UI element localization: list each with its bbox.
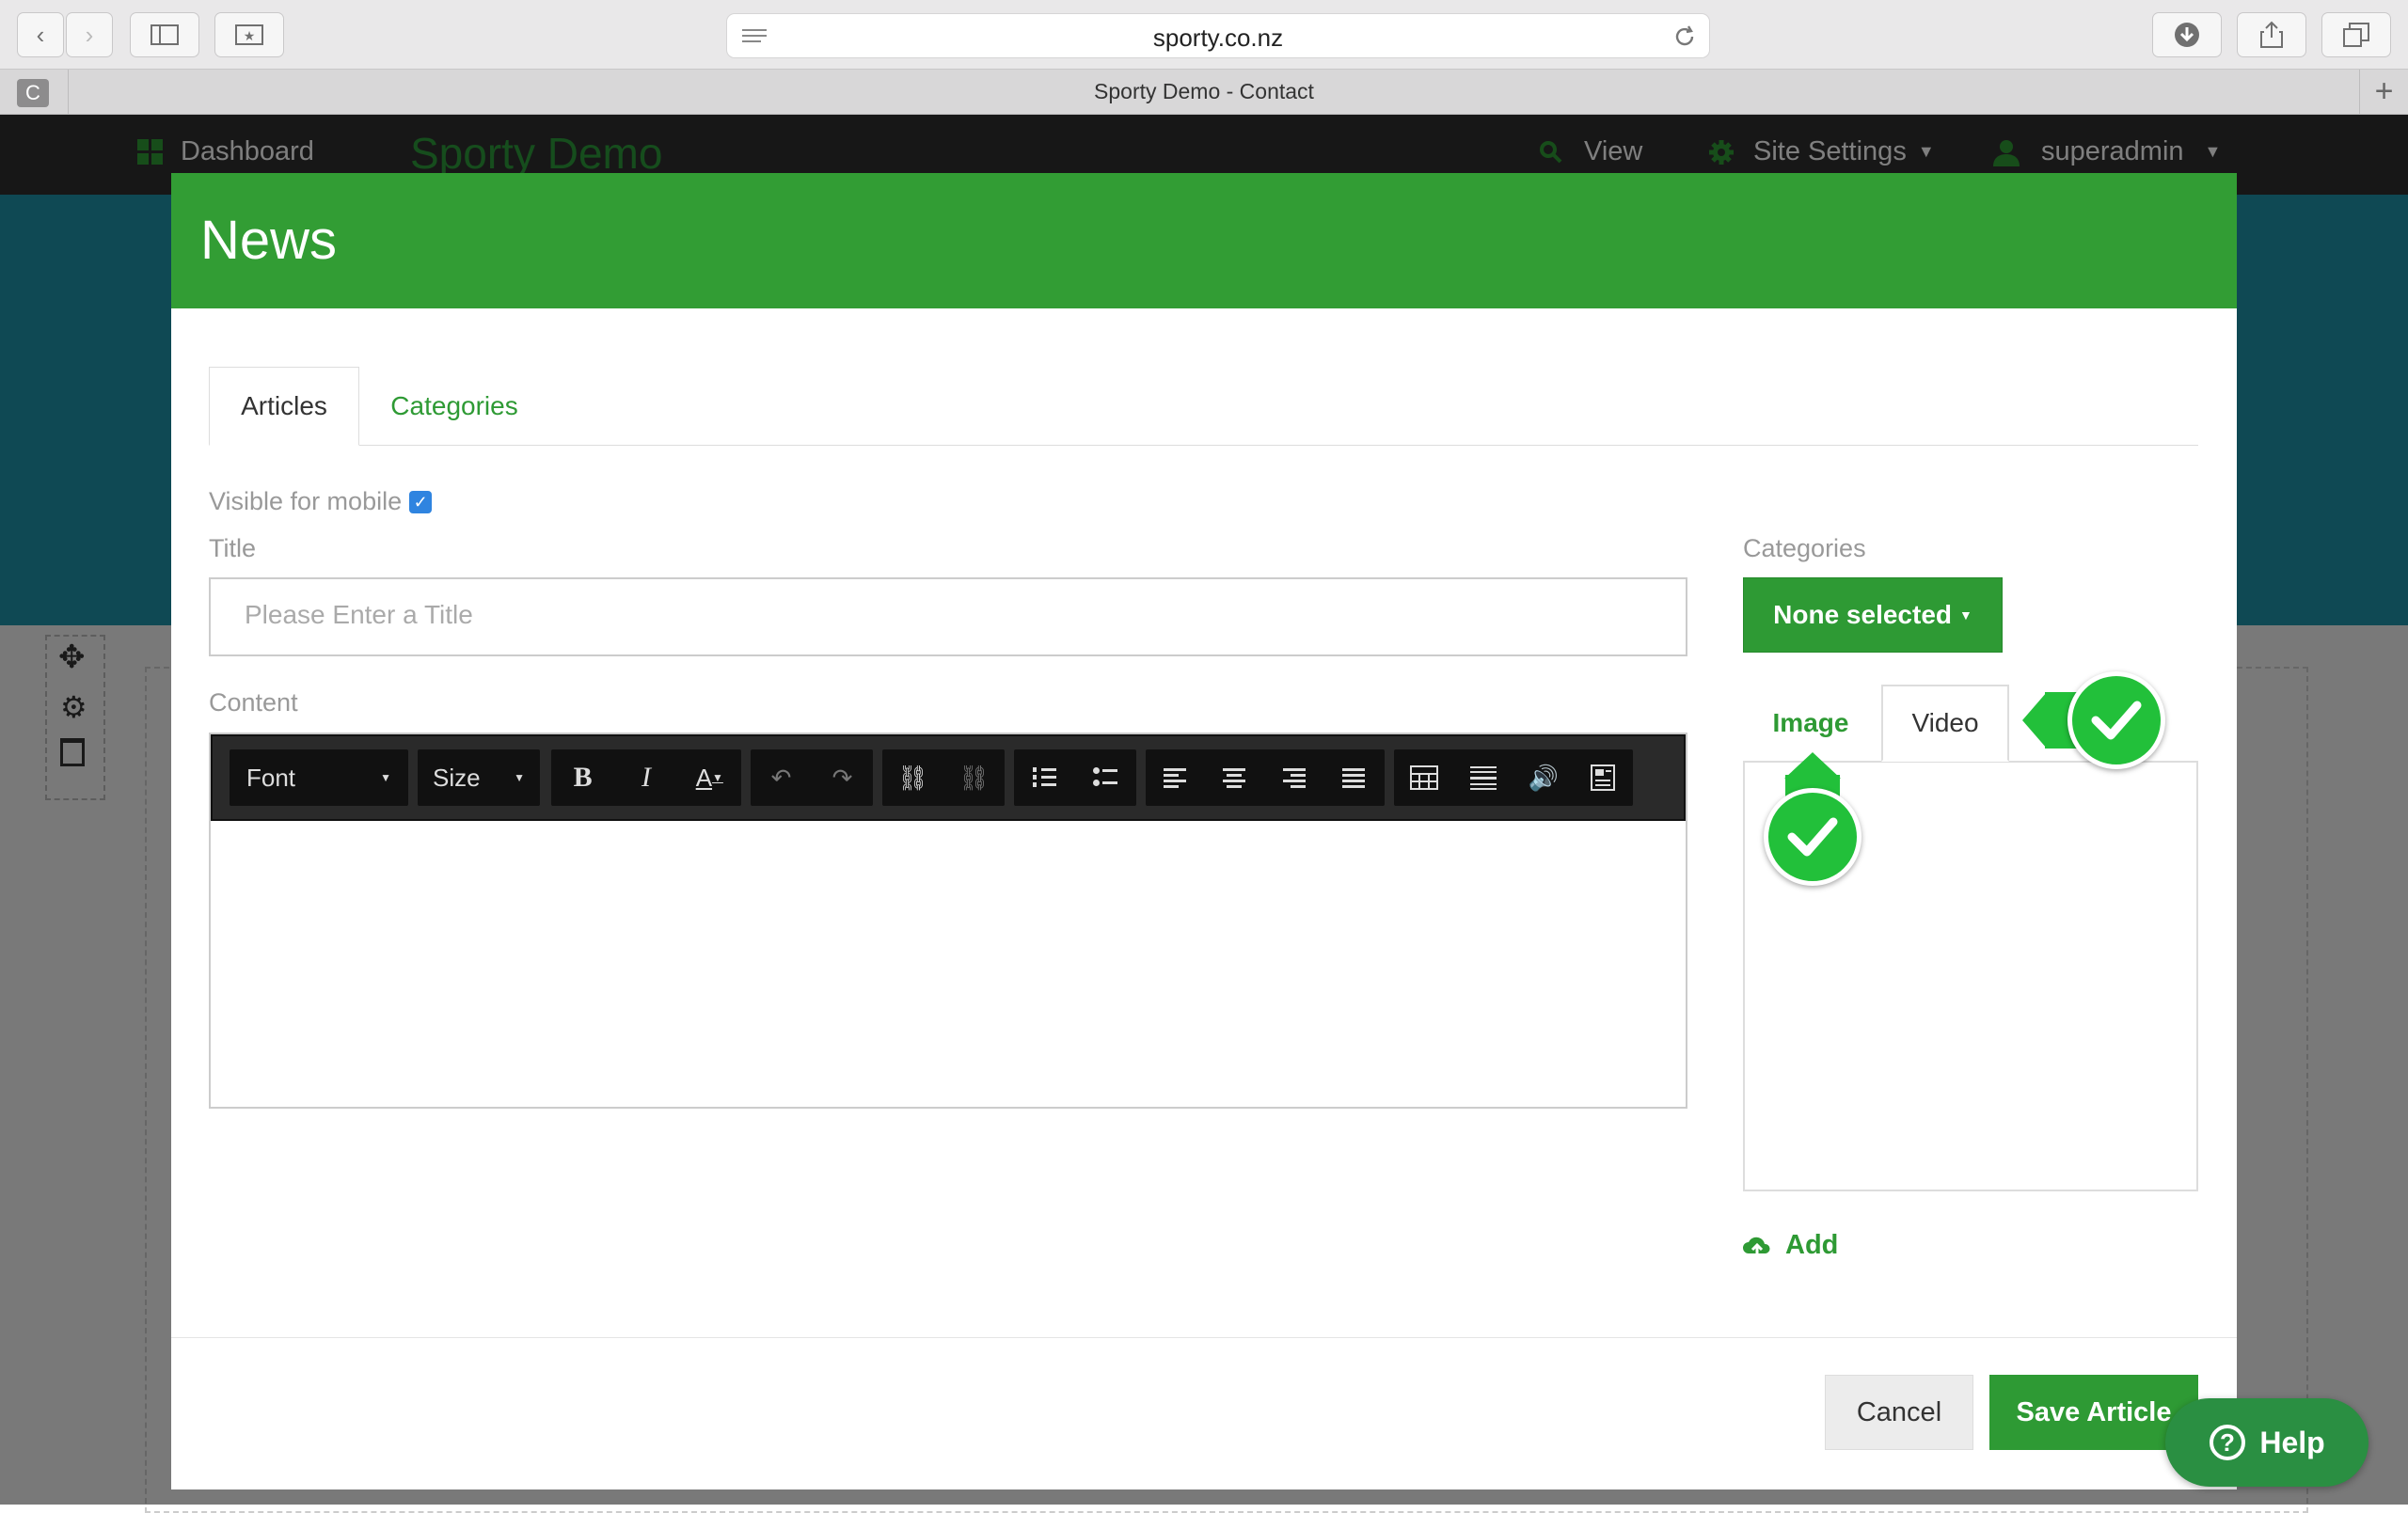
visible-mobile-row: Visible for mobile ✓ <box>209 487 433 516</box>
tabs-overview-button[interactable] <box>2321 12 2391 57</box>
reload-icon[interactable] <box>1671 24 1698 50</box>
tabs-icon <box>2343 23 2369 47</box>
cloud-upload-icon <box>1743 1237 1770 1257</box>
modal-header: News <box>171 173 2237 308</box>
text-color-icon[interactable]: A ▼ <box>685 753 734 802</box>
size-label: Size <box>433 763 481 792</box>
star-icon: ★ <box>235 24 263 45</box>
link-group: ⛓ ⛓ <box>882 749 1005 806</box>
svg-text:★: ★ <box>244 28 256 43</box>
check-marker-icon <box>1764 788 1861 886</box>
marker-pointer <box>2022 692 2047 749</box>
help-label: Help <box>2259 1425 2325 1459</box>
align-left-icon[interactable] <box>1151 753 1200 802</box>
sidebar-button[interactable] <box>130 12 199 57</box>
cancel-button[interactable]: Cancel <box>1825 1375 1973 1450</box>
address-bar[interactable]: sporty.co.nz <box>726 13 1710 58</box>
new-tab-button[interactable]: + <box>2359 70 2408 115</box>
browser-toolbar: ‹ › ★ sporty.co.nz <box>0 0 2408 70</box>
tab-divider <box>209 445 2198 446</box>
italic-icon[interactable]: I <box>622 753 671 802</box>
title-label: Title <box>209 534 257 562</box>
help-button[interactable]: ? Help <box>2165 1398 2368 1487</box>
add-label: Add <box>1785 1230 1839 1260</box>
content-editor[interactable]: Font ▼ Size ▼ B I A ▼ ↶ ↷ ⛓ ⛓ 🔊 <box>209 733 1687 1109</box>
share-button[interactable] <box>2237 12 2306 57</box>
downloads-button[interactable] <box>2152 12 2222 57</box>
check-marker-icon <box>2067 671 2165 769</box>
list-group <box>1014 749 1136 806</box>
help-icon: ? <box>2210 1425 2246 1460</box>
tab-favicon: C <box>17 79 49 107</box>
title-input[interactable]: Please Enter a Title <box>209 577 1687 656</box>
chevron-left-icon: ‹ <box>36 20 45 49</box>
modal-title: News <box>200 210 338 271</box>
media-tab-video[interactable]: Video <box>1881 685 2009 762</box>
back-button[interactable]: ‹ <box>17 12 64 57</box>
categories-select[interactable]: None selected ▼ <box>1743 577 2003 653</box>
align-center-icon[interactable] <box>1211 753 1259 802</box>
align-group <box>1146 749 1385 806</box>
news-modal: News Articles Categories Visible for mob… <box>171 173 2237 1489</box>
categories-select-value: None selected <box>1773 600 1952 629</box>
undo-icon[interactable]: ↶ <box>757 753 806 802</box>
font-label: Font <box>246 763 296 792</box>
bold-icon[interactable]: B <box>559 753 608 802</box>
align-justify-icon[interactable] <box>1330 753 1379 802</box>
bullet-list-icon[interactable] <box>1082 753 1131 802</box>
history-group: ↶ ↷ <box>751 749 873 806</box>
horizontal-rule-icon[interactable] <box>1459 753 1508 802</box>
tab-strip: C Sporty Demo - Contact + <box>0 70 2408 115</box>
redo-icon[interactable]: ↷ <box>818 753 867 802</box>
forward-button[interactable]: › <box>66 12 113 57</box>
share-icon <box>2260 21 2283 48</box>
font-dropdown[interactable]: Font ▼ <box>230 749 408 806</box>
visible-mobile-checkbox[interactable]: ✓ <box>409 490 433 513</box>
categories-label: Categories <box>1743 534 1866 562</box>
download-icon <box>2175 23 2199 47</box>
format-group: B I A ▼ <box>551 749 741 806</box>
tab-articles[interactable]: Articles <box>209 367 359 446</box>
tab-categories[interactable]: Categories <box>365 367 544 446</box>
insert-group: 🔊 <box>1394 749 1633 806</box>
url-text: sporty.co.nz <box>1152 24 1284 52</box>
sidebar-icon <box>150 24 179 45</box>
audio-icon[interactable]: 🔊 <box>1519 753 1568 802</box>
caret-down-icon: ▼ <box>380 771 391 784</box>
ordered-list-icon[interactable] <box>1021 753 1069 802</box>
align-right-icon[interactable] <box>1271 753 1320 802</box>
chevron-right-icon: › <box>85 20 94 49</box>
table-icon[interactable] <box>1400 753 1449 802</box>
media-tab-image[interactable]: Image <box>1743 685 1878 762</box>
caret-down-icon: ▼ <box>514 771 525 784</box>
caret-down-icon: ▼ <box>1959 607 1972 623</box>
svg-text:?: ? <box>2220 1428 2235 1457</box>
editor-toolbar: Font ▼ Size ▼ B I A ▼ ↶ ↷ ⛓ ⛓ 🔊 <box>211 734 1686 821</box>
modal-footer-divider <box>171 1337 2237 1338</box>
bookmarks-button[interactable]: ★ <box>214 12 284 57</box>
visible-mobile-label: Visible for mobile <box>209 487 403 515</box>
add-media-button[interactable]: Add <box>1742 1230 1838 1261</box>
link-icon[interactable]: ⛓ <box>889 753 938 802</box>
size-dropdown[interactable]: Size ▼ <box>418 749 540 806</box>
template-icon[interactable] <box>1578 753 1627 802</box>
content-label: Content <box>209 688 298 717</box>
active-tab-title[interactable]: Sporty Demo - Contact <box>68 79 2340 104</box>
unlink-icon[interactable]: ⛓ <box>950 753 999 802</box>
